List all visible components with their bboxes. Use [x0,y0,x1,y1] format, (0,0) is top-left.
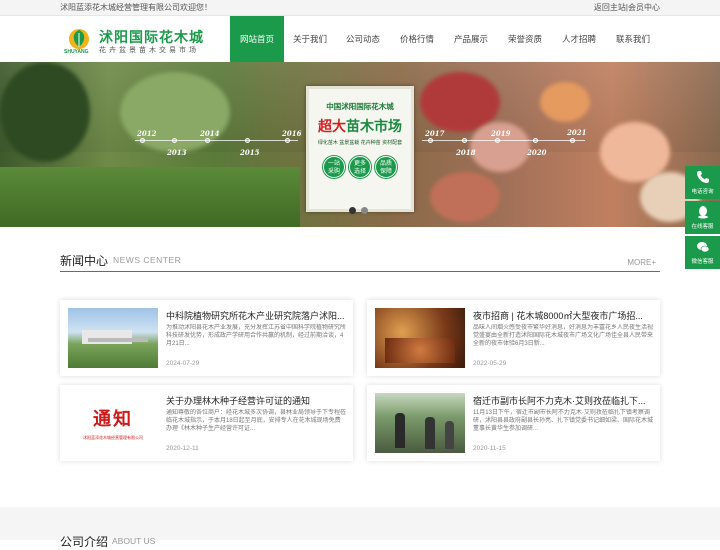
year-2021: 2021 [567,128,587,137]
nav-products[interactable]: 产品展示 [444,16,498,62]
nav-contact[interactable]: 联系我们 [606,16,660,62]
about-title: 公司介绍 [60,535,109,549]
news-card-desc: 品味人间烟火感受夜市繁华好消息，好消息为丰富花乡人民夜生活视觉盛宴由全新打造沭阳… [473,325,653,347]
wechat-icon [696,242,709,253]
slider-dots [349,207,368,214]
badge-one-stop: 一站 采购 [323,156,345,178]
news-card-date: 2024-07-29 [166,360,200,367]
about-section: 公司介绍 ABOUT US [0,507,720,549]
nav-home[interactable]: 网站首页 [230,16,284,62]
site-logo[interactable]: SHUYANG 沭阳国际花木城 花卉盆景苗木交易市场 [64,27,214,57]
nav-prices[interactable]: 价格行情 [390,16,444,62]
year-2018: 2018 [456,148,476,157]
banner-poster: 中国沭阳国际花木城 超大苗木市场 绿化苗木 盆景盆栽 花卉种苗 资材配套 一站采… [306,86,414,212]
logo-title: 沭阳国际花木城 [99,29,204,45]
year-2019: 2019 [491,129,511,138]
news-thumb-notice: 通知 沭阳蓝添花木城经营管理有限公司 [68,393,158,453]
sidebar-wechat[interactable]: 微信客服 [685,236,720,269]
year-2013: 2013 [167,148,187,157]
news-card-date: 2020-12-11 [166,445,199,452]
news-card[interactable]: 通知 沭阳蓝添花木城经营管理有限公司 关于办理林木种子经营许可证的通知 通知尊敬… [60,385,353,461]
notice-image-title: 通知 [93,409,133,429]
nav-jobs[interactable]: 人才招聘 [552,16,606,62]
news-card-title[interactable]: 夜市招商 | 花木城8000㎡大型夜市广场招... [473,309,653,322]
main-nav: 网站首页 关于我们 公司动态 价格行情 产品展示 荣誉资质 人才招聘 联系我们 [230,16,660,62]
sidebar-phone-label: 电话咨询 [691,189,714,195]
year-2020: 2020 [527,148,547,157]
slider-dot-1[interactable] [349,207,356,214]
news-card-desc: 为推动沭阳县花木产业发展，充分发挥江苏省中国科学院植物研究所科技研发优势，形成政… [166,325,346,347]
year-2016: 2016 [282,129,302,138]
poster-line3: 绿化苗木 盆景盆栽 花卉种苗 资材配套 [317,140,403,146]
nav-honors[interactable]: 荣誉资质 [498,16,552,62]
news-card-title[interactable]: 中科院植物研究所花木产业研究院落户沭阳... [166,309,346,322]
news-thumb-visit [375,393,465,453]
logo-en: SHUYANG [64,49,89,55]
header: SHUYANG 沭阳国际花木城 花卉盆景苗木交易市场 网站首页 关于我们 公司动… [0,16,720,62]
poster-line1: 中国沭阳国际花木城 [326,102,394,111]
banner-lawn [0,167,300,227]
year-2015: 2015 [240,148,260,157]
chat-penguin-icon [697,206,708,219]
news-card-title[interactable]: 宿迁市副市长阿不力克木·艾则孜莅临扎下... [473,394,653,407]
sidebar-phone[interactable]: 电话咨询 [685,166,720,199]
news-card-title[interactable]: 关于办理林木种子经营许可证的通知 [166,394,346,407]
sidebar-online[interactable]: 在线客服 [685,201,720,234]
news-title-en: NEWS CENTER [113,255,182,265]
logo-subtitle: 花卉盆景苗木交易市场 [99,47,199,54]
top-bar: 沭阳蓝添花木城经营管理有限公司欢迎您！ 返回主站|会员中心 [0,0,720,16]
news-title: 新闻中心 [60,254,109,268]
top-links[interactable]: 返回主站|会员中心 [594,0,660,16]
phone-icon [696,171,709,183]
nav-about[interactable]: 关于我们 [284,16,336,62]
year-2012: 2012 [137,129,157,138]
sidebar-wechat-label: 微信客服 [691,259,714,265]
news-card-desc: 通知尊敬的各位商户：经花木城多次协调，县林业局领导于下专程莅临花木城指示，于本月… [166,410,346,432]
year-2017: 2017 [425,129,445,138]
about-title-en: ABOUT US [112,536,156,546]
nav-news[interactable]: 公司动态 [336,16,390,62]
year-2014: 2014 [200,129,220,138]
news-card-date: 2020-11-15 [473,445,506,452]
slider-dot-2[interactable] [361,207,368,214]
poster-badges: 一站 采购 更多 选择 品质 保障 [309,156,411,178]
hero-banner[interactable]: 2012 2014 2016 2017 2019 2021 2013 2015 … [0,62,720,227]
notice-image-sub: 沭阳蓝添花木城经营管理有限公司 [83,435,143,440]
news-card[interactable]: 夜市招商 | 花木城8000㎡大型夜市广场招... 品味人间烟火感受夜市繁华好消… [367,300,660,376]
news-card[interactable]: 中科院植物研究所花木产业研究院落户沭阳... 为推动沭阳县花木产业发展，充分发挥… [60,300,353,376]
news-card-desc: 11月13日下午，宿迁市副市长阿不力克木·艾则孜莅临扎下镇考察调研，沭阳县县政府… [473,410,653,432]
floating-contact-bar: 电话咨询 在线客服 微信客服 [685,166,720,269]
news-section-header: 新闻中心 NEWS CENTER MORE+ [60,252,660,272]
news-thumb-institute [68,308,158,368]
welcome-text: 沭阳蓝添花木城经营管理有限公司欢迎您！ [60,3,212,12]
news-thumb-night-market [375,308,465,368]
badge-quality: 品质 保障 [375,156,397,178]
news-more-link[interactable]: MORE+ [627,258,656,267]
news-card[interactable]: 宿迁市副市长阿不力克木·艾则孜莅临扎下... 11月13日下午，宿迁市副市长阿不… [367,385,660,461]
news-card-date: 2022-05-29 [473,360,507,367]
sidebar-online-label: 在线客服 [691,224,714,230]
badge-more-choice: 更多 选择 [349,156,371,178]
poster-line2: 超大苗木市场 [318,118,402,134]
